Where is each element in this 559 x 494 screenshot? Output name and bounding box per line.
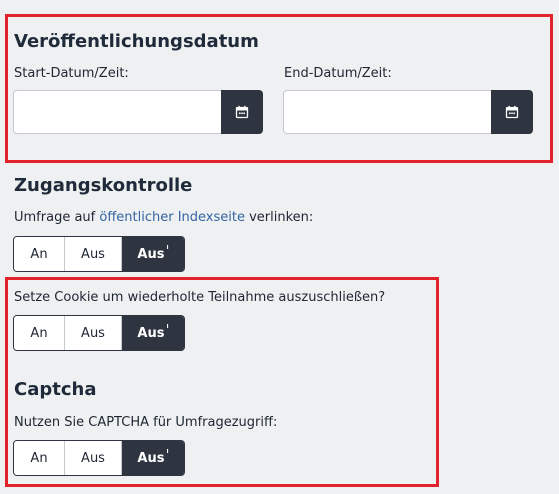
public-index-label-prefix: Umfrage auf [14,210,100,225]
public-index-link[interactable]: öffentlicher Indexseite [99,210,245,225]
public-index-label: Umfrage auf öffentlicher Indexseite verl… [14,210,313,225]
captcha-inherit-button[interactable]: Aus ᴵ [122,441,184,475]
inherit-marker: ᴵ [166,245,169,255]
captcha-toggle: An Aus Aus ᴵ [13,440,185,476]
captcha-on-button[interactable]: An [14,441,65,475]
cookie-toggle: An Aus Aus ᴵ [13,315,185,351]
end-date-label: End-Datum/Zeit: [284,66,392,81]
access-control-title: Zugangskontrolle [14,175,193,196]
captcha-off-button[interactable]: Aus [65,441,122,475]
end-date-calendar-button[interactable] [491,90,533,134]
publication-title: Veröffentlichungsdatum [14,31,259,52]
inherit-marker: ᴵ [166,324,169,334]
cookie-inherit-button[interactable]: Aus ᴵ [122,316,184,350]
start-date-calendar-button[interactable] [221,90,263,134]
public-index-on-button[interactable]: An [14,237,65,271]
captcha-label: Nutzen Sie CAPTCHA für Umfragezugriff: [14,415,278,430]
public-index-label-suffix: verlinken: [244,210,314,225]
public-index-toggle: An Aus Aus ᴵ [13,236,185,272]
captcha-title: Captcha [14,379,97,400]
start-date-input[interactable] [13,90,221,134]
cookie-off-button[interactable]: Aus [65,316,122,350]
inherit-marker: ᴵ [166,449,169,459]
public-index-off-button[interactable]: Aus [65,237,122,271]
end-date-input[interactable] [283,90,491,134]
calendar-icon [505,105,519,119]
start-date-picker [13,90,263,134]
public-index-inherit-button[interactable]: Aus ᴵ [122,237,184,271]
calendar-icon [235,105,249,119]
cookie-on-button[interactable]: An [14,316,65,350]
start-date-label: Start-Datum/Zeit: [14,66,129,81]
end-date-picker [283,90,533,134]
cookie-label: Setze Cookie um wiederholte Teilnahme au… [14,290,386,305]
